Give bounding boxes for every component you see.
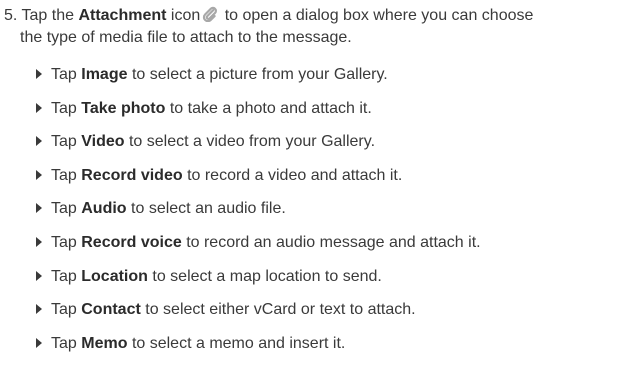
item-description: to select an audio file. — [131, 200, 286, 218]
bullet-triangle-icon — [36, 236, 42, 247]
item-bold-term: Video — [81, 133, 125, 151]
item-bold-term: Record voice — [81, 233, 182, 251]
list-item: Tap Take photo to take a photo and attac… — [36, 98, 481, 132]
step-icon-word: icon — [170, 7, 201, 24]
list-item: Tap Image to select a picture from your … — [36, 64, 481, 98]
item-tap-word: Tap — [51, 233, 77, 251]
list-item: Tap Video to select a video from your Ga… — [36, 131, 481, 165]
list-item: Tap Audio to select an audio file. — [36, 198, 481, 232]
step-5-instruction: 5. Tap the Attachment icon to open a dia… — [4, 5, 614, 49]
document-page: 5. Tap the Attachment icon to open a dia… — [0, 0, 626, 374]
list-item: Tap Record video to record a video and a… — [36, 165, 481, 199]
item-bold-term: Audio — [81, 200, 127, 218]
item-description: to record an audio message and attach it… — [186, 233, 481, 251]
item-tap-word: Tap — [51, 166, 77, 184]
item-bold-term: Take photo — [81, 99, 166, 117]
item-description: to select a map location to send. — [152, 267, 382, 285]
bullet-triangle-icon — [36, 102, 42, 113]
item-tap-word: Tap — [51, 133, 77, 151]
step-line2: the type of media file to attach to the … — [20, 29, 352, 46]
item-tap-word: Tap — [51, 267, 77, 285]
paperclip-icon — [202, 6, 218, 23]
bullet-triangle-icon — [36, 136, 42, 147]
item-bold-term: Record video — [81, 166, 183, 184]
item-tap-word: Tap — [51, 66, 77, 83]
bullet-triangle-icon — [36, 69, 42, 79]
item-tap-word: Tap — [51, 200, 77, 218]
item-tap-word: Tap — [51, 301, 77, 319]
bullet-triangle-icon — [36, 169, 42, 180]
attachment-term: Attachment — [78, 7, 167, 24]
bullet-triangle-icon — [36, 337, 42, 348]
item-description: to take a photo and attach it. — [169, 99, 372, 117]
item-bold-term: Memo — [81, 334, 128, 352]
item-bold-term: Location — [81, 267, 148, 285]
item-description: to record a video and attach it. — [187, 166, 403, 184]
item-description: to select a memo and insert it. — [131, 334, 346, 352]
attachment-options-list: Tap Image to select a picture from your … — [36, 64, 481, 366]
bullet-triangle-icon — [36, 203, 42, 214]
step-rest-line1: to open a dialog box where you can choos… — [224, 7, 534, 24]
list-item: Tap Record voice to record an audio mess… — [36, 232, 481, 266]
item-description: to select a picture from your Gallery. — [131, 66, 388, 83]
bullet-triangle-icon — [36, 270, 42, 281]
item-description: to select either vCard or text to attach… — [145, 301, 416, 319]
step-number: 5. — [4, 7, 18, 24]
list-item: Tap Location to select a map location to… — [36, 266, 481, 300]
list-item: Tap Memo to select a memo and insert it. — [36, 333, 481, 367]
item-description: to select a video from your Gallery. — [128, 133, 376, 151]
item-tap-word: Tap — [51, 334, 77, 352]
list-item: Tap Contact to select either vCard or te… — [36, 299, 481, 333]
bullet-triangle-icon — [36, 304, 42, 315]
step-intro-text: Tap the — [21, 7, 74, 24]
item-tap-word: Tap — [51, 99, 77, 117]
item-bold-term: Contact — [81, 301, 141, 319]
item-bold-term: Image — [81, 66, 128, 83]
